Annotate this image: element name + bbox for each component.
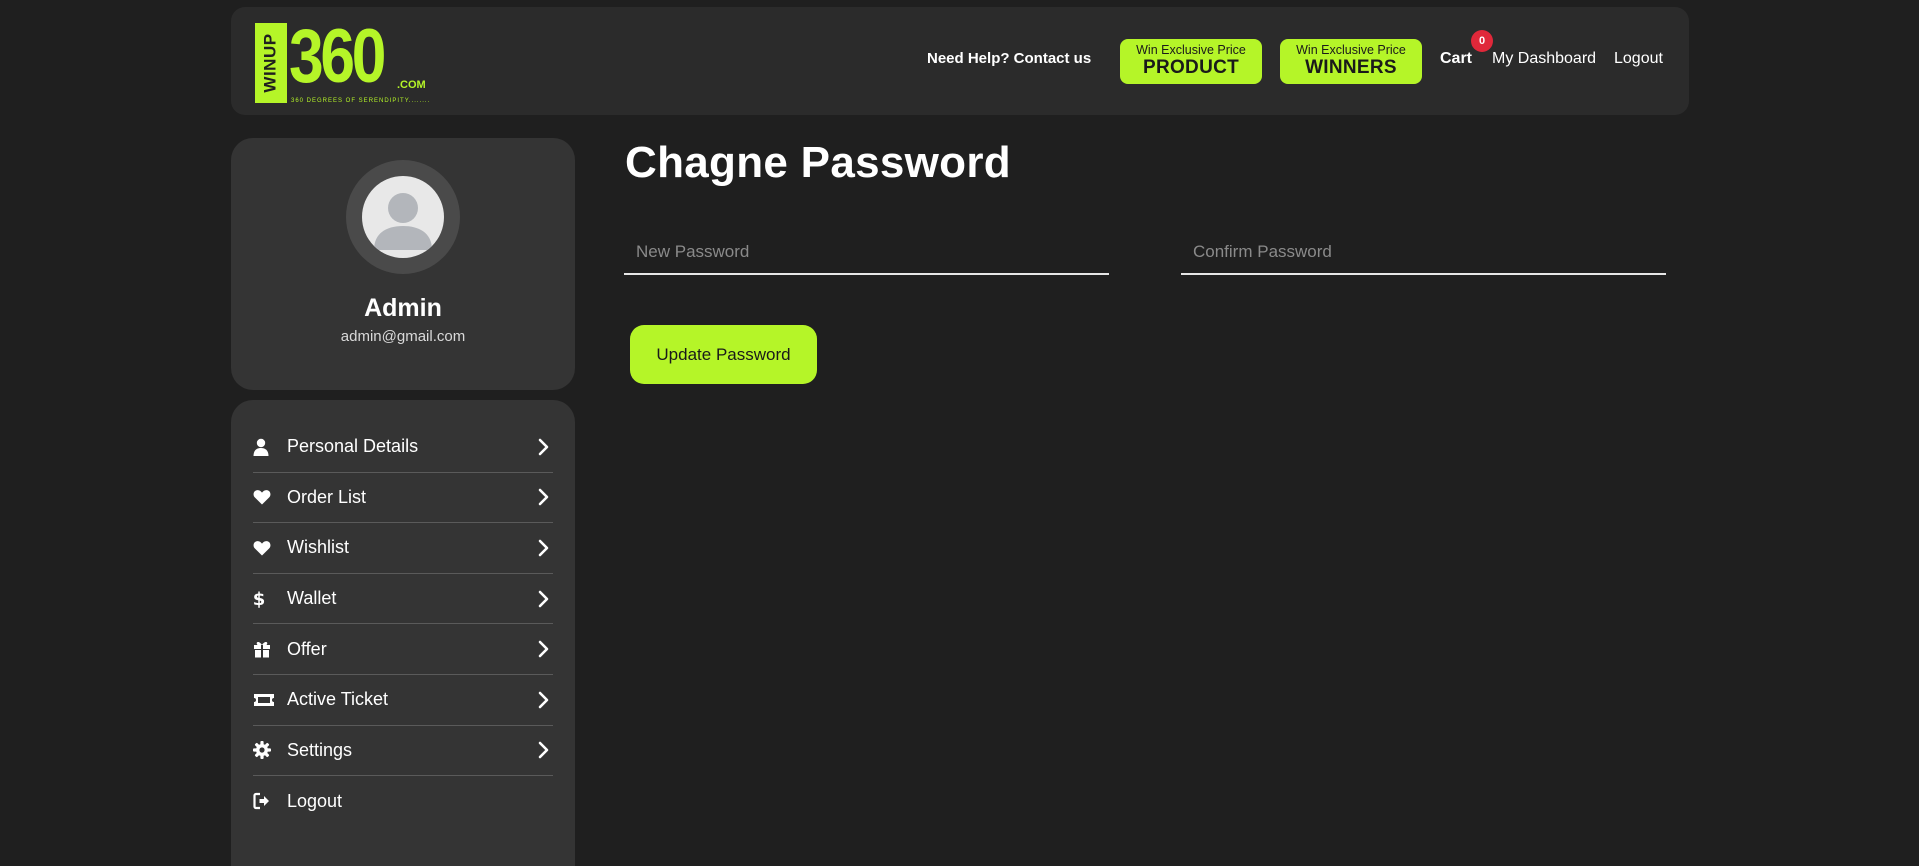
confirm-password-field — [1181, 230, 1666, 275]
contact-us-link[interactable]: Need Help? Contact us — [927, 50, 1091, 67]
user-silhouette-icon — [374, 193, 432, 250]
profile-email: admin@gmail.com — [340, 328, 466, 345]
menu-label: Settings — [287, 739, 353, 760]
my-dashboard-link[interactable]: My Dashboard — [1492, 50, 1596, 68]
chevron-right-icon — [538, 742, 549, 759]
logo-number: 360 — [289, 14, 386, 99]
menu-item-active-ticket[interactable]: Active Ticket — [253, 675, 553, 726]
menu-label: Wishlist — [287, 537, 349, 558]
menu-label: Wallet — [287, 588, 337, 609]
menu-label: Personal Details — [287, 436, 419, 457]
logo-tagline: 360 DEGREES OF SERENDIPITY........ — [291, 98, 431, 104]
promo-product-title: PRODUCT — [1142, 57, 1240, 78]
chevron-right-icon — [538, 590, 549, 607]
svg-text:$: $ — [253, 589, 265, 609]
sign-out-icon — [253, 791, 275, 811]
chevron-right-icon — [538, 438, 549, 456]
avatar-ring — [346, 160, 460, 274]
header-logout-link[interactable]: Logout — [1614, 50, 1663, 68]
menu-item-logout[interactable]: Logout — [253, 776, 553, 827]
menu-label: Offer — [287, 638, 327, 659]
logo-vertical-block: WINUP — [255, 23, 287, 103]
confirm-password-input[interactable] — [1181, 230, 1666, 273]
chevron-right-icon — [538, 489, 549, 506]
user-icon — [253, 437, 275, 457]
ticket-icon — [253, 690, 275, 710]
menu-item-settings[interactable]: Settings — [253, 726, 553, 777]
promo-product-button[interactable]: Win Exclusive Price PRODUCT — [1120, 39, 1262, 84]
menu-item-order-list[interactable]: Order List — [253, 473, 553, 524]
chevron-right-icon — [538, 691, 549, 709]
cart-link[interactable]: Cart — [1440, 50, 1472, 68]
winup360-logo[interactable]: WINUP 360 .COM 360 DEGREES OF SERENDIPIT… — [255, 17, 435, 104]
avatar — [362, 176, 444, 258]
site-header: WINUP 360 .COM 360 DEGREES OF SERENDIPIT… — [231, 7, 1689, 115]
cart-count-badge: 0 — [1471, 30, 1493, 52]
promo-winners-button[interactable]: Win Exclusive Price WINNERS — [1280, 39, 1422, 84]
chevron-right-icon — [538, 539, 549, 557]
menu-label: Order List — [287, 486, 367, 507]
update-password-button[interactable]: Update Password — [630, 325, 817, 384]
logo-domain: .COM — [397, 79, 426, 91]
menu-item-wishlist[interactable]: Wishlist — [253, 523, 553, 574]
account-menu: Personal Details Order List Wishlist $ W… — [231, 400, 575, 866]
promo-winners-subtitle: Win Exclusive Price — [1296, 43, 1406, 57]
account-menu-list: Personal Details Order List Wishlist $ W… — [253, 422, 553, 827]
menu-label: Active Ticket — [287, 689, 389, 710]
gear-icon — [253, 740, 275, 760]
promo-product-subtitle: Win Exclusive Price — [1136, 43, 1246, 57]
profile-name: Admin — [364, 294, 442, 322]
profile-card: Admin admin@gmail.com — [231, 138, 575, 390]
new-password-field — [624, 230, 1109, 275]
menu-item-personal-details[interactable]: Personal Details — [253, 422, 553, 473]
new-password-input[interactable] — [624, 230, 1109, 273]
chevron-right-icon — [538, 640, 549, 658]
page-title: Chagne Password — [625, 138, 1011, 187]
gift-icon — [253, 639, 275, 659]
menu-item-offer[interactable]: Offer — [253, 624, 553, 675]
promo-winners-title: WINNERS — [1305, 57, 1397, 78]
dollar-icon: $ — [253, 589, 275, 609]
heart-icon — [253, 538, 275, 558]
menu-label: Logout — [287, 790, 343, 811]
menu-item-wallet[interactable]: $ Wallet — [253, 574, 553, 625]
heart-icon — [253, 487, 275, 507]
